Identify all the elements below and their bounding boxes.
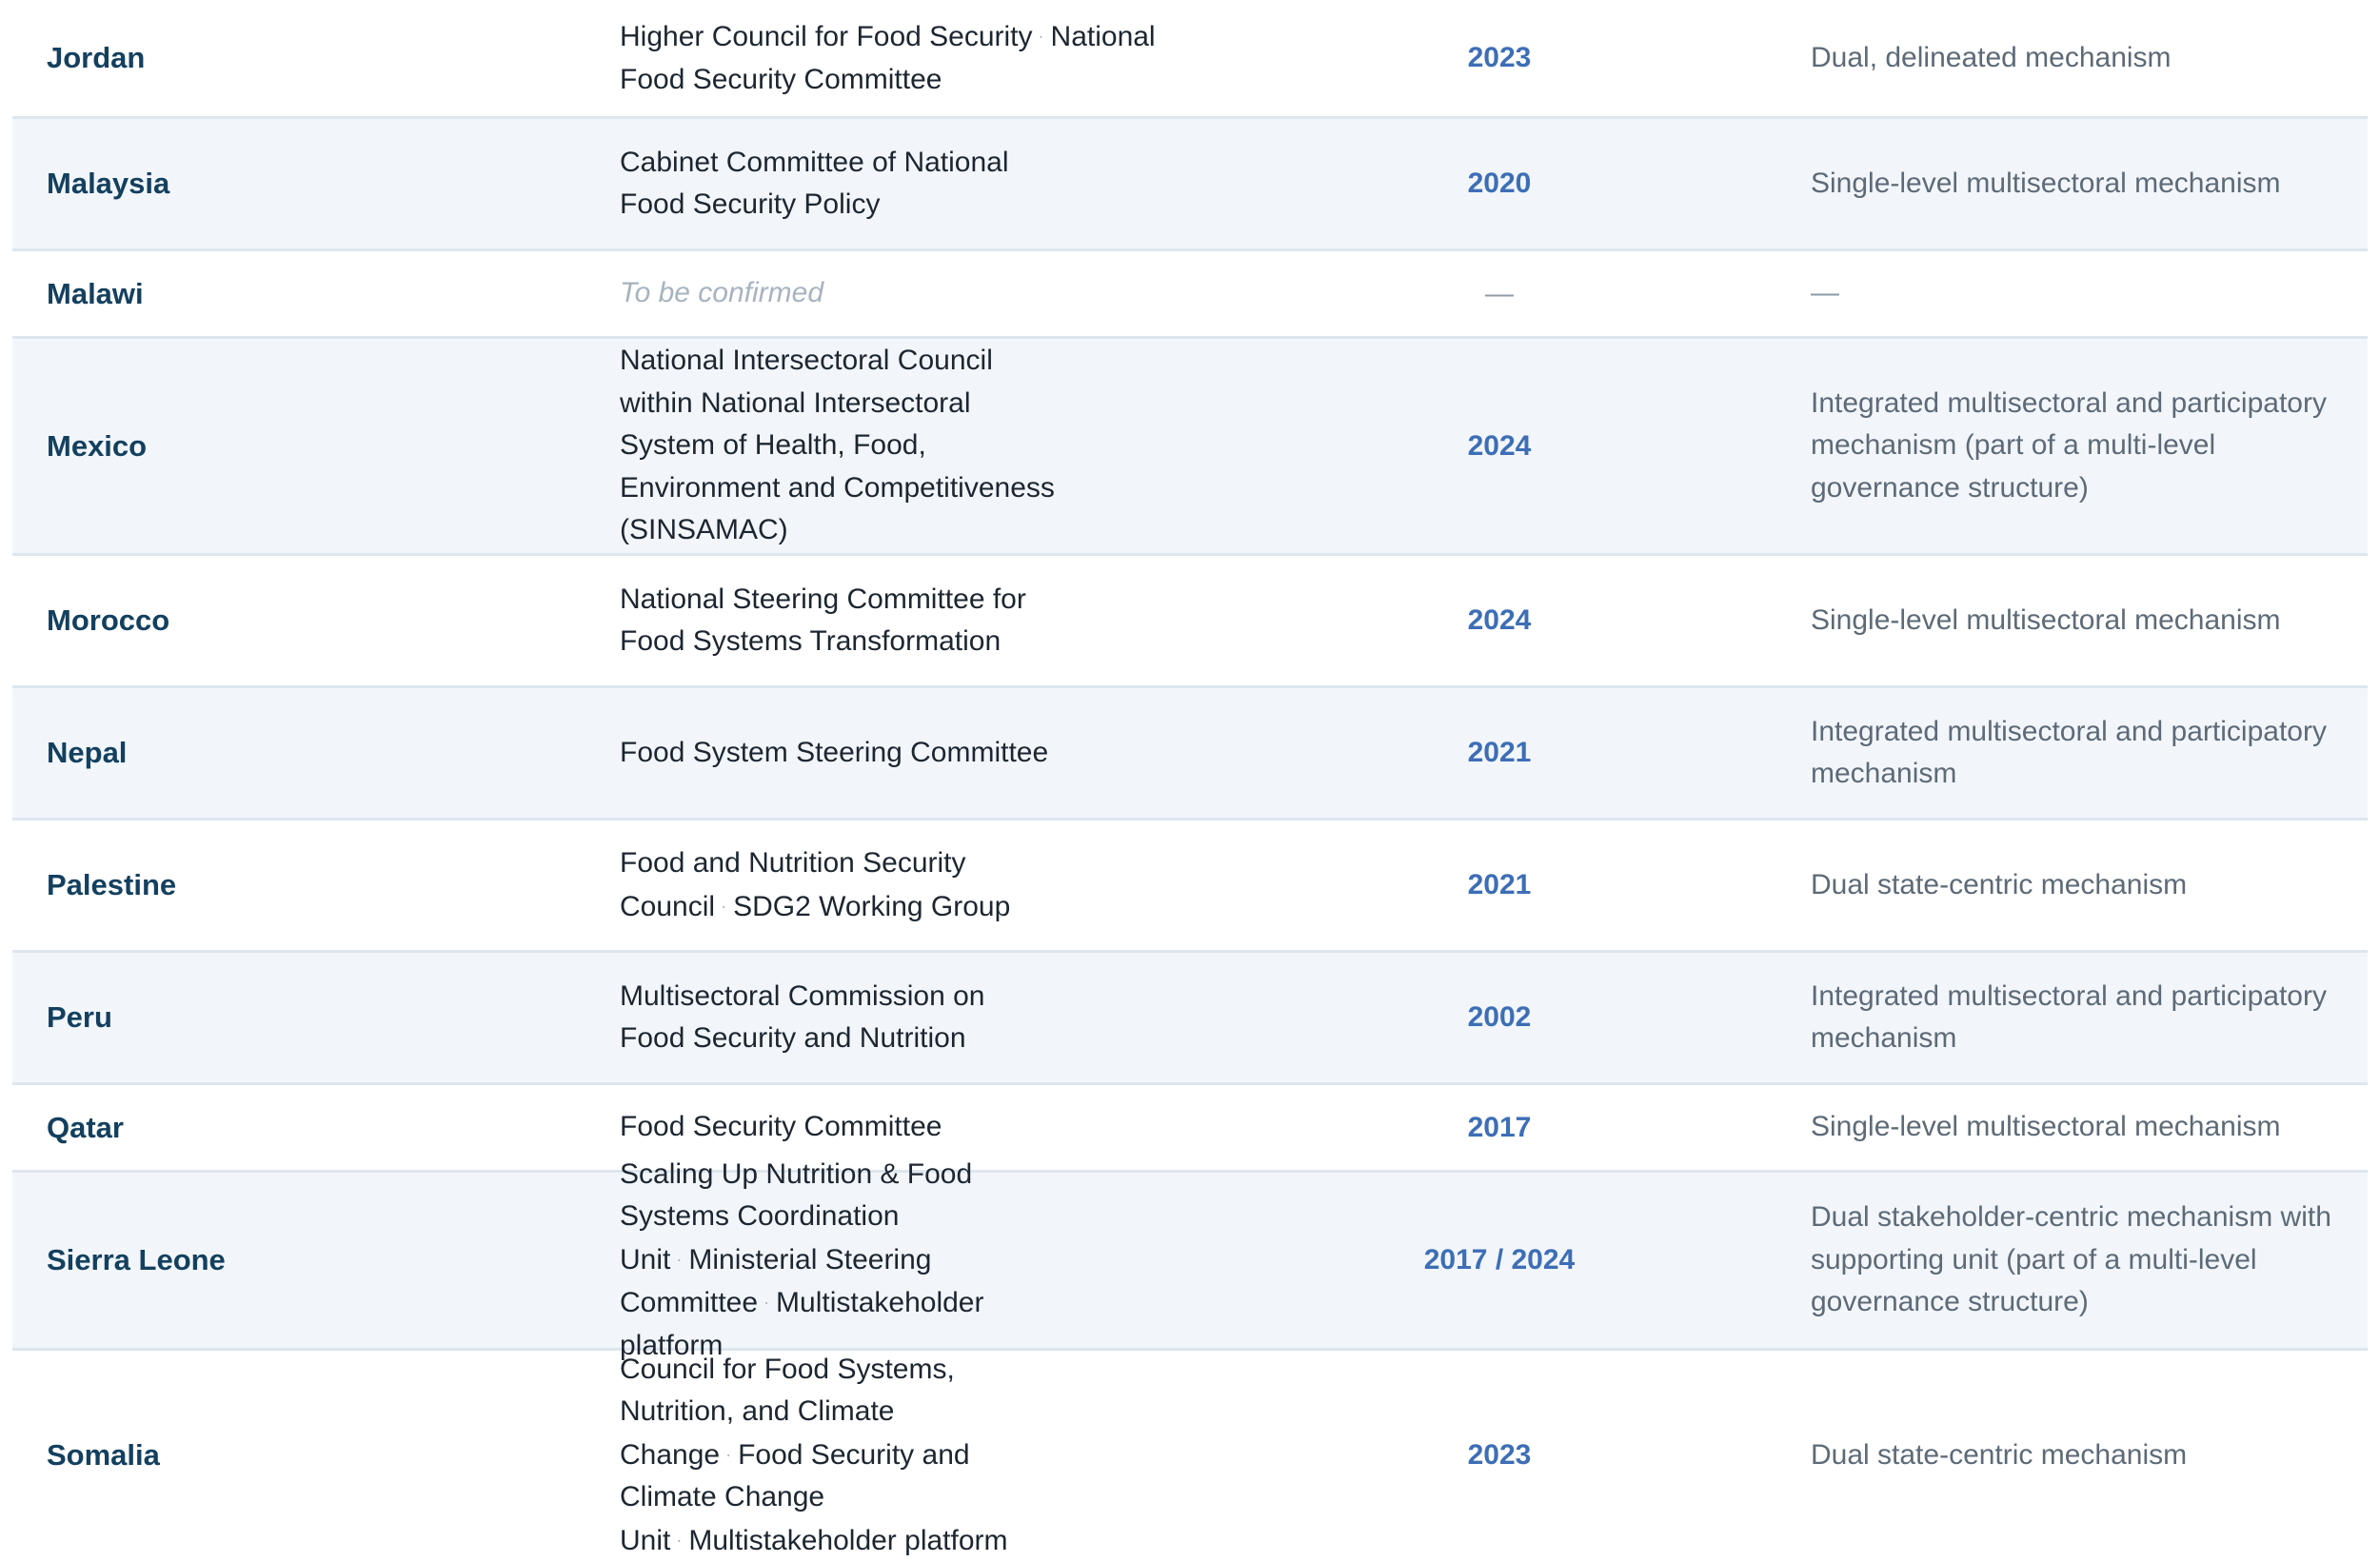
table-row: Malawi To be confirmed — —	[12, 251, 2368, 339]
table-row: Palestine Food and Nutrition Security Cou…	[12, 821, 2368, 953]
body-name: Food Security Committee	[620, 1111, 942, 1143]
body-name: National Intersectoral Council within Na…	[620, 345, 1055, 546]
country-name: Nepal	[47, 736, 128, 769]
separator-dot: ·	[676, 1249, 683, 1269]
coordination-body: National Intersectoral Council within Na…	[620, 340, 1271, 552]
body-name: Higher Council for Food Security	[620, 21, 1033, 52]
coordination-body: National Steering Committee for Food Sys…	[620, 579, 1271, 663]
country-name: Qatar	[47, 1110, 124, 1144]
coordination-body: Scaling Up Nutrition & Food Systems Coor…	[620, 1154, 1271, 1368]
body-name: Multisectoral Commission on Food Securit…	[620, 979, 985, 1055]
country-name: Somalia	[47, 1438, 160, 1472]
mechanism-type: Integrated multisectoral and participato…	[1811, 979, 2327, 1055]
separator-dot: ·	[1038, 27, 1044, 46]
mechanism-type: Dual, delineated mechanism	[1811, 41, 2172, 73]
mechanism-type: Single-level multisectoral mechanism	[1811, 1111, 2281, 1143]
body-name: SDG2 Working Group	[733, 890, 1011, 922]
country-name: Jordan	[47, 41, 146, 74]
mechanism-type: Dual stakeholder-centric mechanism with …	[1811, 1201, 2331, 1318]
body-name: Multistakeholder platform	[688, 1524, 1008, 1556]
coordination-mechanisms-table: Jordan Higher Council for Food Security · N…	[12, 0, 2368, 1560]
table-row: Nepal Food System Steering Committee 2021 I…	[12, 688, 2368, 821]
mechanism-type: Dual state-centric mechanism	[1811, 868, 2188, 900]
year-established: 2017 / 2024	[1423, 1244, 1576, 1275]
body-name: National Steering Committee for Food Sys…	[620, 583, 1026, 658]
table-row: Morocco National Steering Committee for F…	[12, 556, 2368, 688]
country-name: Morocco	[47, 603, 170, 637]
table-row: Sierra Leone Scaling Up Nutrition & Food …	[12, 1158, 2368, 1361]
year-established: 2017	[1467, 1111, 1532, 1143]
separator-dot: ·	[725, 1444, 732, 1464]
country-name: Sierra Leone	[47, 1243, 226, 1276]
year-established: —	[1485, 277, 1514, 309]
separator-dot: ·	[676, 1530, 683, 1550]
year-established: 2024	[1467, 604, 1532, 636]
country-name: Malaysia	[47, 167, 170, 200]
table-row: Somalia Council for Food Systems, Nutriti…	[12, 1351, 2368, 1560]
country-name: Peru	[47, 1000, 112, 1034]
mechanism-type: Single-level multisectoral mechanism	[1811, 603, 2281, 636]
year-established: 2021	[1467, 869, 1532, 900]
mechanism-type: Single-level multisectoral mechanism	[1811, 167, 2281, 199]
body-name: Food System Steering Committee	[620, 736, 1049, 768]
coordination-body: To be confirmed	[620, 272, 1271, 315]
year-established: 2024	[1467, 429, 1532, 462]
coordination-body: Food and Nutrition Security Council · SDG2…	[620, 842, 1271, 928]
country-name: Mexico	[47, 428, 148, 463]
separator-dot: ·	[721, 896, 727, 916]
coordination-body: Cabinet Committee of National Food Secur…	[620, 142, 1271, 227]
coordination-body: Council for Food Systems, Nutrition, and…	[620, 1349, 1271, 1562]
coordination-body: Higher Council for Food Security · Nationa…	[620, 15, 1271, 101]
separator-dot: ·	[764, 1293, 770, 1313]
year-established: 2023	[1467, 42, 1532, 73]
body-name: Cabinet Committee of National Food Secur…	[620, 146, 1009, 221]
table-row: Jordan Higher Council for Food Security · N…	[12, 0, 2368, 119]
body-name: To be confirmed	[620, 277, 824, 309]
year-established: 2020	[1467, 168, 1532, 199]
year-established: 2002	[1467, 1001, 1532, 1033]
coordination-body: Multisectoral Commission on Food Securit…	[620, 976, 1271, 1060]
year-established: 2021	[1467, 737, 1532, 768]
table-row: Mexico National Intersectoral Council wit…	[12, 339, 2368, 556]
mechanism-type: Integrated multisectoral and participato…	[1811, 715, 2327, 790]
mechanism-type: Dual state-centric mechanism	[1811, 1438, 2188, 1471]
country-name: Palestine	[47, 868, 177, 901]
table-row: Malaysia Cabinet Committee of National Fo…	[12, 119, 2368, 251]
coordination-body: Food System Steering Committee	[620, 732, 1271, 775]
coordination-body: Food Security Committee	[620, 1106, 1271, 1149]
year-established: 2023	[1467, 1439, 1532, 1471]
table-row: Peru Multisectoral Commission on Food Sec…	[12, 953, 2368, 1085]
mechanism-type: Integrated multisectoral and participato…	[1811, 386, 2327, 504]
mechanism-type: —	[1811, 277, 1839, 309]
country-name: Malawi	[47, 276, 144, 310]
